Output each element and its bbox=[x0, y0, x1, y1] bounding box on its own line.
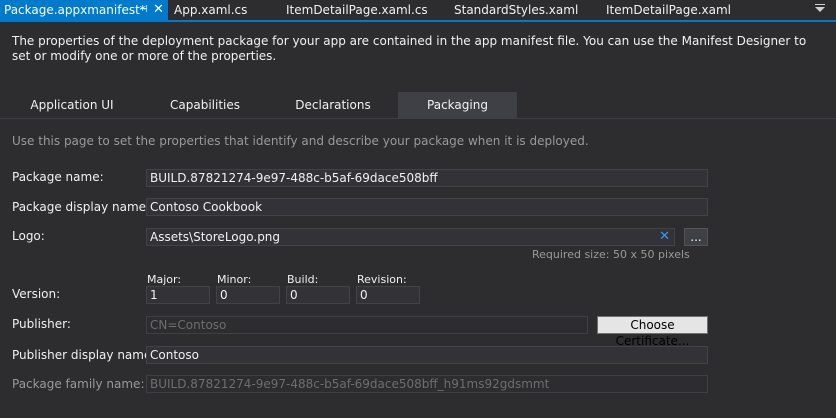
tab-capabilities[interactable]: Capabilities bbox=[134, 92, 276, 118]
doc-tab-label: ItemDetailPage.xaml.cs bbox=[286, 3, 428, 17]
section-divider bbox=[0, 118, 836, 119]
doc-tab-label: App.xaml.cs bbox=[174, 3, 248, 17]
tab-application-ui[interactable]: Application UI bbox=[0, 92, 144, 118]
version-major-input[interactable]: 1 bbox=[146, 286, 210, 304]
publisher-display-name-label: Publisher display name: bbox=[12, 348, 156, 362]
package-family-name-label: Package family name: bbox=[12, 377, 145, 391]
close-icon[interactable]: ✕ bbox=[153, 0, 164, 20]
doc-tab-package-appxmanifest[interactable]: Package.appxmanifest* ⊣ ✕ bbox=[0, 0, 168, 20]
logo-required-size: Required size: 50 x 50 pixels bbox=[532, 248, 690, 261]
tab-underline bbox=[0, 20, 836, 22]
choose-certificate-button[interactable]: Choose Certificate... bbox=[597, 316, 708, 348]
doc-tab-label: Package.appxmanifest* bbox=[4, 3, 146, 17]
doc-tab-standardstyles-xaml[interactable]: StandardStyles.xaml bbox=[454, 0, 578, 20]
doc-tab-label: ItemDetailPage.xaml bbox=[606, 3, 732, 17]
publisher-label: Publisher: bbox=[12, 317, 71, 331]
logo-label: Logo: bbox=[12, 229, 45, 243]
package-name-input[interactable]: BUILD.87821274-9e97-488c-b5af-69dace508b… bbox=[146, 169, 708, 187]
version-label: Version: bbox=[12, 287, 61, 301]
tab-overflow-dropdown-icon[interactable] bbox=[814, 2, 825, 12]
version-build-label: Build: bbox=[287, 273, 319, 286]
publisher-display-name-input[interactable]: Contoso bbox=[146, 346, 708, 364]
package-name-label: Package name: bbox=[12, 170, 104, 184]
page-hint: Use this page to set the properties that… bbox=[12, 134, 589, 148]
clear-icon[interactable]: ✕ bbox=[659, 229, 670, 245]
logo-value: Assets\StoreLogo.png bbox=[150, 230, 281, 244]
package-display-name-input[interactable]: Contoso Cookbook bbox=[146, 198, 708, 216]
doc-tab-label: StandardStyles.xaml bbox=[454, 3, 579, 17]
package-display-name-label: Package display name: bbox=[12, 200, 151, 214]
publisher-input: CN=Contoso bbox=[146, 316, 588, 334]
tab-packaging[interactable]: Packaging bbox=[398, 92, 517, 118]
doc-tab-app-xaml-cs[interactable]: App.xaml.cs bbox=[174, 0, 247, 20]
version-minor-input[interactable]: 0 bbox=[216, 286, 280, 304]
tab-declarations[interactable]: Declarations bbox=[262, 92, 404, 118]
logo-input[interactable]: Assets\StoreLogo.png ✕ bbox=[146, 228, 675, 246]
browse-logo-button[interactable]: ... bbox=[684, 228, 708, 246]
section-tabs: Application UI Capabilities Declarations… bbox=[0, 92, 836, 118]
package-family-name-input: BUILD.87821274-9e97-488c-b5af-69dace508b… bbox=[146, 375, 708, 393]
doc-tab-itemdetailpage-xaml[interactable]: ItemDetailPage.xaml bbox=[606, 0, 731, 20]
doc-tab-itemdetailpage-xaml-cs[interactable]: ItemDetailPage.xaml.cs bbox=[286, 0, 428, 20]
document-tab-strip: Package.appxmanifest* ⊣ ✕ App.xaml.cs It… bbox=[0, 0, 836, 20]
pin-icon[interactable]: ⊣ bbox=[139, 0, 148, 20]
version-revision-label: Revision: bbox=[357, 273, 407, 286]
version-minor-label: Minor: bbox=[217, 273, 252, 286]
version-build-input[interactable]: 0 bbox=[286, 286, 350, 304]
version-major-label: Major: bbox=[147, 273, 182, 286]
intro-text: The properties of the deployment package… bbox=[12, 34, 807, 63]
version-revision-input[interactable]: 0 bbox=[356, 286, 420, 304]
